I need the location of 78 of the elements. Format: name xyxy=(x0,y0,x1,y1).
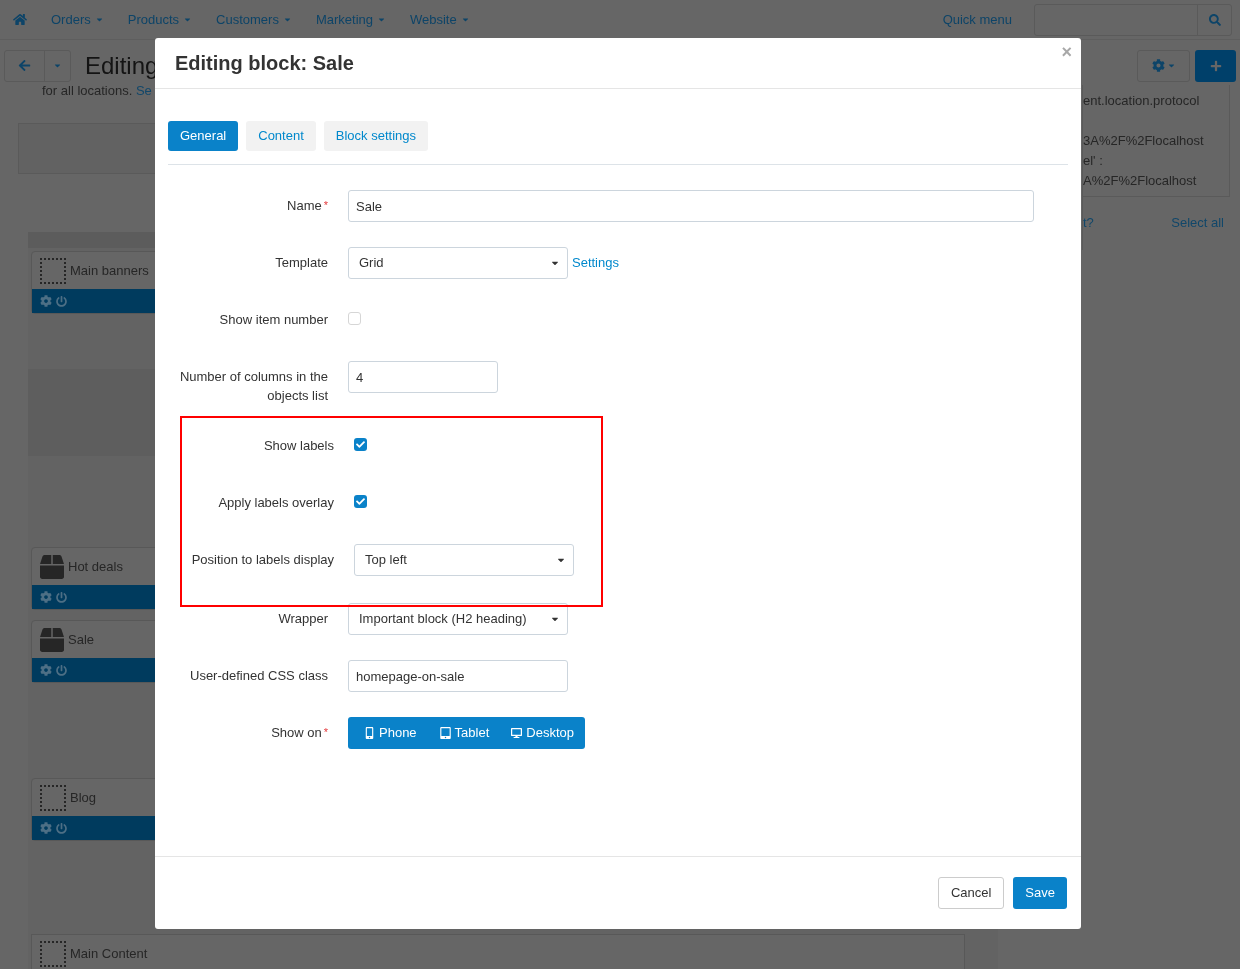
nav-menu-item[interactable]: Customers xyxy=(216,9,292,30)
block-name: Main banners xyxy=(70,261,149,280)
close-icon[interactable]: × xyxy=(1061,42,1072,62)
power-icon[interactable] xyxy=(56,591,67,603)
desktop-icon xyxy=(511,727,523,739)
field-label: Name xyxy=(287,198,322,213)
box-icon xyxy=(40,627,64,652)
modal-title: Editing block: Sale xyxy=(175,51,354,76)
tab[interactable]: Content xyxy=(246,121,316,151)
settings-dropdown-button[interactable] xyxy=(1137,49,1190,82)
gear-icon[interactable] xyxy=(40,591,52,603)
caret-icon xyxy=(183,15,193,24)
nav-menu-item[interactable]: Website xyxy=(410,9,470,30)
required-mark: * xyxy=(323,726,328,738)
select-field[interactable]: Top left xyxy=(354,544,574,576)
nav-menu-item[interactable]: Products xyxy=(127,9,193,30)
block-name: Blog xyxy=(70,788,97,807)
main-content-block[interactable]: Main Content xyxy=(31,934,965,969)
device-toggle[interactable]: Phone xyxy=(348,717,429,749)
tab[interactable]: General xyxy=(168,121,239,151)
checkbox[interactable] xyxy=(354,495,367,508)
field-label: Show item number xyxy=(219,312,328,327)
caret-icon xyxy=(1166,61,1176,70)
block-name: Hot deals xyxy=(68,557,123,576)
select-field[interactable]: Grid xyxy=(348,247,568,279)
field-label: Position to labels display xyxy=(191,552,334,567)
field-label: User-defined CSS class xyxy=(190,668,328,683)
field-label: Number of columns in the objects list xyxy=(179,369,328,403)
checkbox[interactable] xyxy=(348,312,361,325)
dashed-square-icon xyxy=(40,784,66,811)
add-button[interactable] xyxy=(1195,49,1236,82)
field-label: Apply labels overlay xyxy=(218,495,334,510)
field-label: Show labels xyxy=(263,438,334,453)
search-field[interactable] xyxy=(1034,3,1232,36)
field-label: Wrapper xyxy=(278,611,328,626)
dashed-square-icon xyxy=(40,257,66,284)
device-toggle[interactable]: Desktop xyxy=(500,717,585,749)
power-icon[interactable] xyxy=(56,295,67,307)
box-icon xyxy=(40,554,64,579)
settings-link[interactable]: Settings xyxy=(572,253,619,273)
home-icon[interactable] xyxy=(13,13,27,26)
nav-menu-item[interactable]: Marketing xyxy=(315,9,386,30)
field-label: Template xyxy=(275,255,328,270)
text-field[interactable]: 4 xyxy=(348,361,498,393)
save-button[interactable]: Save xyxy=(1013,877,1067,909)
back-button-group[interactable] xyxy=(4,49,71,82)
power-icon[interactable] xyxy=(56,664,67,676)
checkbox[interactable] xyxy=(354,438,367,451)
power-icon[interactable] xyxy=(56,822,67,834)
plus-icon xyxy=(1209,59,1222,72)
caret-icon xyxy=(460,15,470,24)
gear-icon[interactable] xyxy=(40,664,52,676)
gear-icon xyxy=(1151,59,1165,72)
code-textarea[interactable]: ent.location.protocol 3A%2F%2Flocalhost el' : A%2F%2Flocalhost xyxy=(1083,85,1230,197)
caret-icon xyxy=(377,15,386,24)
field-label: Show on xyxy=(271,725,322,740)
quick-menu-link[interactable]: Quick menu xyxy=(942,9,1012,30)
gear-icon[interactable] xyxy=(40,822,52,834)
phone-icon xyxy=(364,727,375,739)
arrow-left-icon[interactable] xyxy=(18,59,31,72)
text-field[interactable]: homepage-on-sale xyxy=(348,660,568,692)
caret-icon xyxy=(94,15,104,24)
text-field[interactable]: Sale xyxy=(348,190,1034,222)
block-name: Sale xyxy=(68,630,95,649)
required-mark: * xyxy=(323,199,328,211)
caret-icon xyxy=(282,15,292,24)
page-note: for all locations. xyxy=(42,83,133,98)
caret-icon[interactable] xyxy=(53,61,62,70)
tablet-icon xyxy=(439,727,451,739)
gear-icon[interactable] xyxy=(40,295,52,307)
tab[interactable]: Block settings xyxy=(323,121,428,151)
select-field[interactable]: Important block (H2 heading) xyxy=(348,603,568,635)
search-icon[interactable] xyxy=(1208,13,1221,26)
cancel-button[interactable]: Cancel xyxy=(937,877,1005,909)
device-toggle[interactable]: Tablet xyxy=(428,717,501,749)
nav-menu-item[interactable]: Orders xyxy=(51,9,104,30)
dashed-square-icon xyxy=(40,941,66,967)
block-name: Main Content xyxy=(70,945,148,964)
